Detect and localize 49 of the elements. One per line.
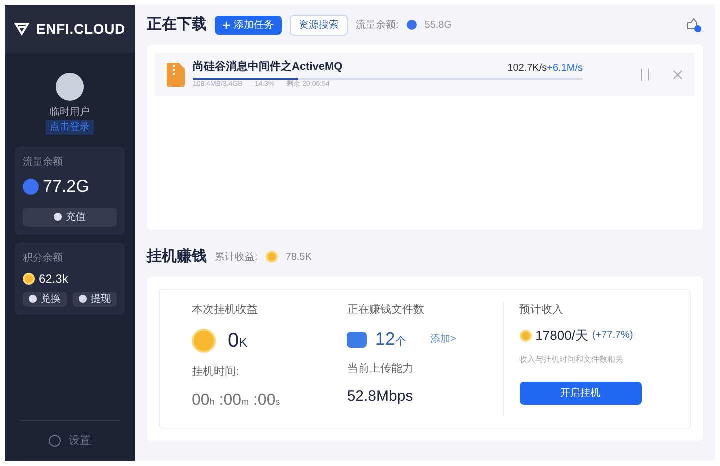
- logo-icon: [14, 22, 30, 36]
- file-name: 尚硅谷消息中间件之ActiveMQ: [193, 60, 343, 75]
- points-button[interactable]: 提现: [73, 292, 117, 306]
- stat-label: 挂机时间:: [192, 365, 240, 380]
- plus-icon: [223, 22, 230, 28]
- section-title: 挂机赚钱: [147, 247, 207, 267]
- boost-speed: +6.1M/s: [547, 62, 583, 74]
- session-time: 00h :00m :00s: [192, 390, 282, 410]
- points-button[interactable]: 兑换: [23, 292, 67, 306]
- logo-text: ENFI.CLOUD: [36, 20, 126, 38]
- close-icon[interactable]: [673, 70, 683, 80]
- user-name: 临时用户: [50, 106, 90, 120]
- forecast-note: 收入与挂机时间和文件数相关: [520, 354, 625, 366]
- points-value: 62.3k: [39, 270, 68, 288]
- avatar-icon: [56, 73, 84, 101]
- upload-speed: 52.8Mbps: [347, 386, 414, 406]
- total-label: 累计收益:: [215, 250, 258, 265]
- quota-value: 55.8G: [424, 18, 452, 32]
- pause-icon[interactable]: [641, 68, 649, 80]
- coin-icon: [192, 329, 216, 353]
- archive-file-icon: [167, 62, 185, 86]
- stat-label: 正在赚钱文件数: [347, 302, 426, 318]
- forecast-change: (+77.7%): [592, 329, 634, 344]
- card-label: 积分余额: [23, 252, 64, 266]
- forecast-value: 17800/天: [536, 327, 588, 345]
- stat-label: 当前上传能力: [347, 362, 414, 377]
- coin-icon: [266, 251, 278, 264]
- download-speed: 102.7K/s: [508, 62, 548, 74]
- traffic-value: 77.2G: [43, 176, 90, 198]
- file-count: 12个: [375, 328, 406, 351]
- session-earning: 0K: [228, 329, 248, 354]
- add-task-button[interactable]: 添加任务: [215, 16, 282, 34]
- total-value: 78.5K: [286, 250, 312, 265]
- start-button[interactable]: 开启挂机: [520, 382, 642, 404]
- add-link[interactable]: 添加>: [430, 332, 456, 347]
- recharge-button[interactable]: 充值: [23, 208, 117, 226]
- stat-label: 本次挂机收益: [192, 302, 259, 318]
- coin-icon: [23, 272, 35, 284]
- coin-icon: [520, 330, 532, 342]
- login-link[interactable]: 点击登录: [46, 120, 94, 135]
- resource-search-button[interactable]: 资源搜索: [290, 14, 348, 36]
- quota-label: 流量余额:: [356, 18, 399, 32]
- quota-icon: [406, 20, 417, 30]
- section-title: 正在下载: [147, 14, 207, 35]
- traffic-icon: [23, 178, 39, 195]
- card-label: 流量余额: [23, 156, 64, 170]
- stat-label: 预计收入: [520, 302, 565, 318]
- settings-label[interactable]: 设置: [69, 432, 91, 449]
- settings-icon[interactable]: [49, 434, 61, 447]
